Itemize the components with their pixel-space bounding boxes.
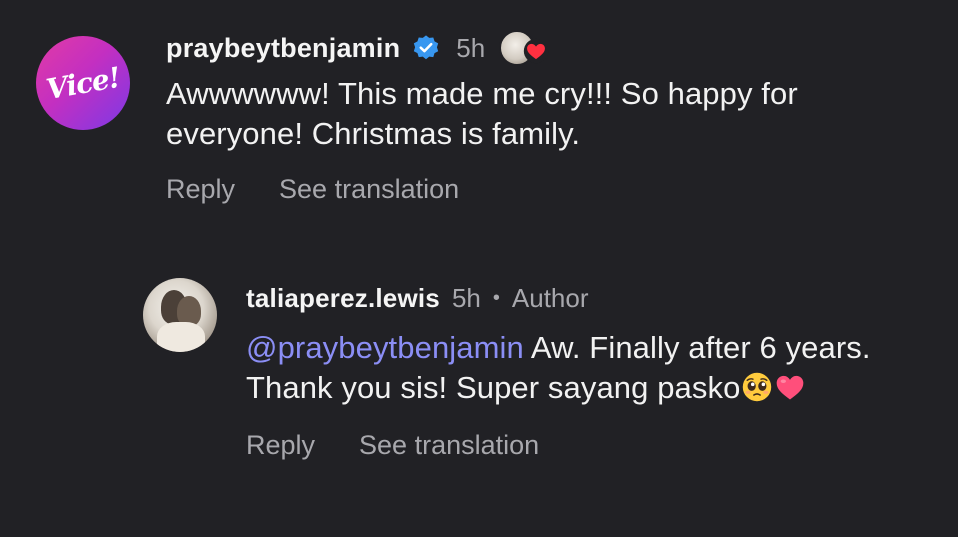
separator: • (492, 286, 500, 309)
comment-header: praybeytbenjamin 5h (166, 28, 926, 68)
comment-text: @praybeytbenjamin Aw. Finally after 6 ye… (246, 328, 926, 408)
pleading-face-icon (743, 372, 772, 402)
timestamp: 5h (451, 282, 481, 313)
comment-actions: Reply See translation (166, 174, 926, 205)
username[interactable]: taliaperez.lewis (246, 283, 440, 314)
author-label: Author (511, 282, 589, 313)
reply-button[interactable]: Reply (166, 174, 235, 205)
avatar[interactable]: Vice! (36, 36, 130, 130)
comment: Vice! praybeytbenjamin 5h Awwwwww! This … (36, 28, 936, 228)
avatar[interactable] (143, 278, 217, 352)
pink-heart-icon (777, 375, 804, 400)
see-translation-button[interactable]: See translation (359, 430, 539, 461)
verified-badge-icon (414, 35, 439, 60)
timestamp: 5h (456, 32, 486, 63)
avatar-logo-text: Vice! (43, 60, 123, 106)
comment-text: Awwwwww! This made me cry!!! So happy fo… (166, 76, 798, 151)
comment-header: taliaperez.lewis 5h • Author (246, 278, 926, 318)
reply-comment: taliaperez.lewis 5h • Author @praybeytbe… (143, 278, 933, 518)
comment-body: taliaperez.lewis 5h • Author @praybeytbe… (246, 278, 926, 461)
reply-button[interactable]: Reply (246, 430, 315, 461)
avatar-photo-dress (157, 322, 205, 352)
see-translation-button[interactable]: See translation (279, 174, 459, 205)
liked-by-author-badge (499, 28, 549, 68)
comment-actions: Reply See translation (246, 430, 926, 461)
username[interactable]: praybeytbenjamin (166, 33, 400, 64)
comment-body: praybeytbenjamin 5h Awwwwww! This made m… (166, 28, 926, 205)
heart-icon (524, 38, 549, 64)
mention-link[interactable]: @praybeytbenjamin (246, 330, 524, 365)
